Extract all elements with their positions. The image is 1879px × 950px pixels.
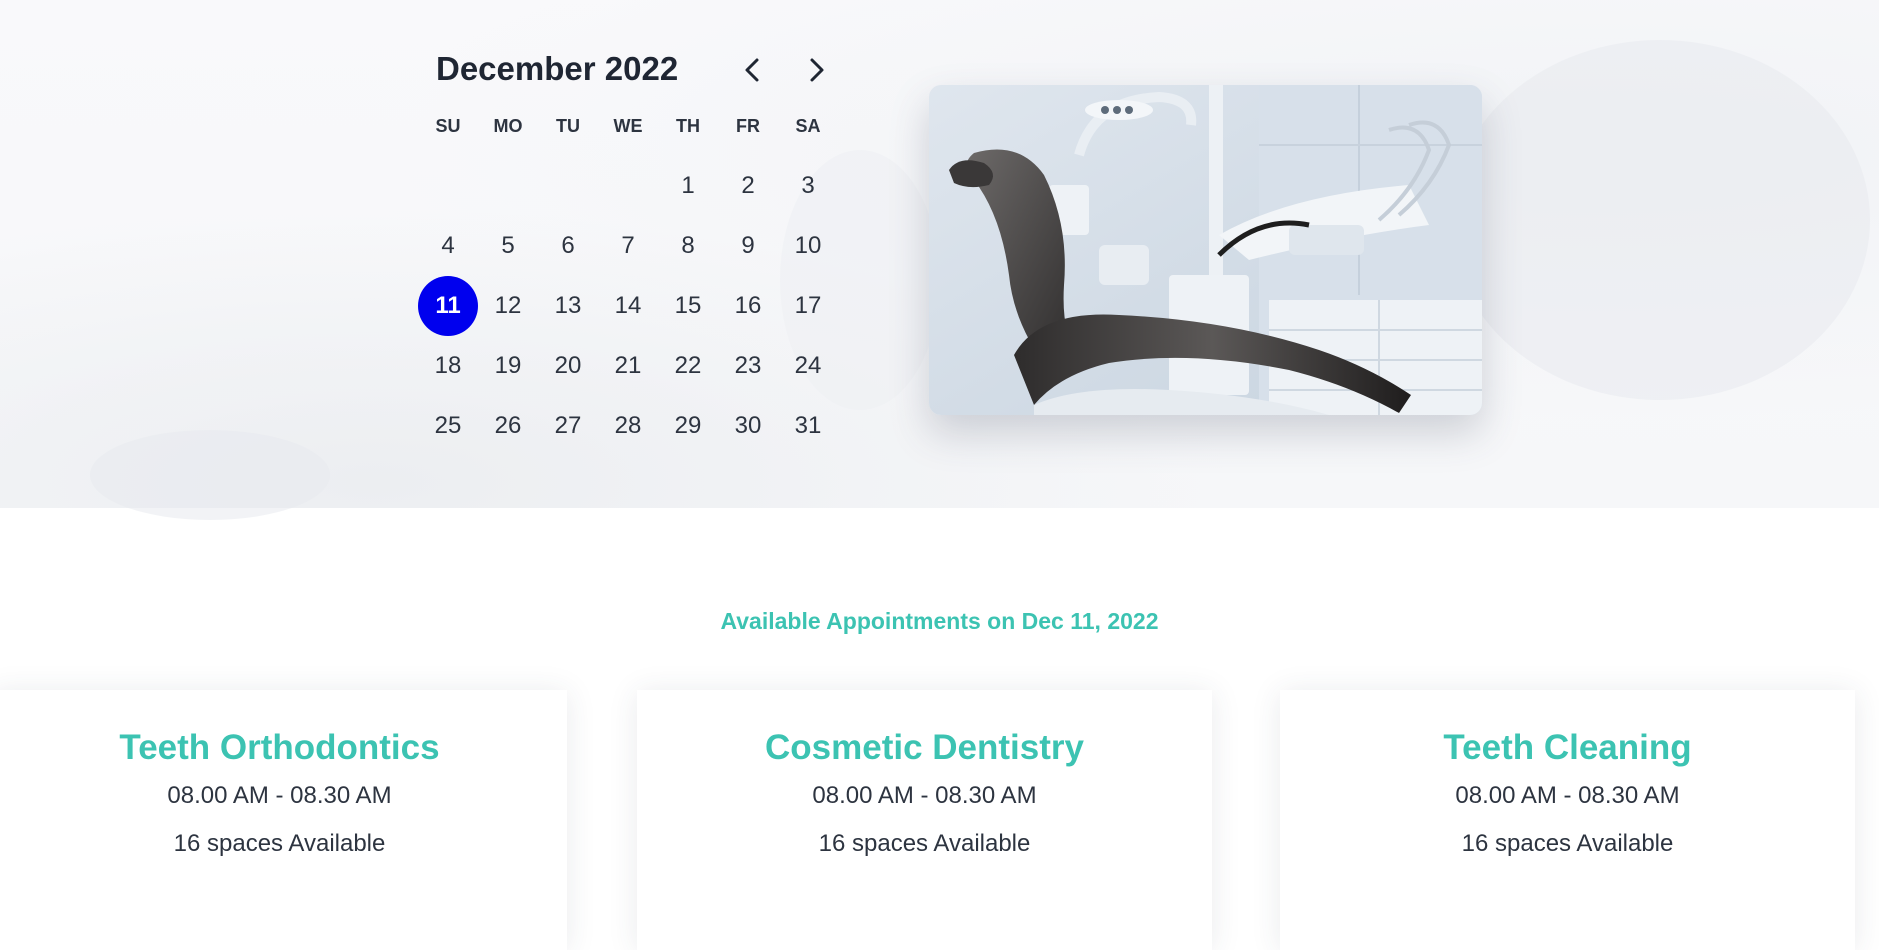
chevron-left-icon — [745, 58, 759, 82]
weekday-label: WE — [613, 116, 643, 136]
weekday-label: MO — [493, 116, 523, 136]
appointment-card: Cosmetic Dentistry 08.00 AM - 08.30 AM 1… — [637, 690, 1212, 950]
calendar-day[interactable]: 5 — [478, 216, 538, 276]
calendar-day[interactable]: 9 — [718, 216, 778, 276]
calendar-day[interactable]: 8 — [658, 216, 718, 276]
available-appointments-title: Available Appointments on Dec 11, 2022 — [720, 608, 1159, 634]
weekday-label: FR — [736, 116, 760, 136]
calendar-day[interactable]: 31 — [778, 396, 838, 456]
calendar-day[interactable]: 21 — [598, 336, 658, 396]
calendar-day[interactable]: 20 — [538, 336, 598, 396]
calendar-day[interactable]: 13 — [538, 276, 598, 336]
calendar-day[interactable]: 14 — [598, 276, 658, 336]
time-slot: 08.00 AM - 08.30 AM — [1455, 782, 1680, 809]
calendar-day[interactable]: 28 — [598, 396, 658, 456]
calendar-week-row: 4 5 6 7 8 9 10 — [418, 216, 838, 276]
appointment-card: Teeth Cleaning 08.00 AM - 08.30 AM 16 sp… — [1280, 690, 1855, 950]
calendar-week-row: 25 26 27 28 29 30 31 — [418, 396, 838, 456]
background-blur-shape — [90, 430, 330, 520]
calendar-empty-cell — [478, 156, 538, 216]
calendar-days-grid: 1 2 3 4 5 6 7 8 9 10 11 12 13 14 15 16 17 18 19 20 21 22 23 24 2… — [418, 156, 838, 456]
calendar-header: December 2022 — [418, 40, 838, 104]
calendar-day[interactable]: 27 — [538, 396, 598, 456]
calendar-day[interactable]: 29 — [658, 396, 718, 456]
service-title: Teeth Orthodontics — [119, 728, 440, 767]
calendar-week-row: 123 — [418, 156, 838, 216]
calendar-day[interactable]: 30 — [718, 396, 778, 456]
previous-month-button[interactable] — [733, 50, 773, 90]
calendar-day[interactable]: 22 — [658, 336, 718, 396]
weekday-label: TU — [556, 116, 580, 136]
spaces-available: 16 spaces Available — [173, 830, 386, 857]
calendar-day[interactable]: 12 — [478, 276, 538, 336]
calendar-day[interactable]: 24 — [778, 336, 838, 396]
calendar-week-row: 11 12 13 14 15 16 17 — [418, 276, 838, 336]
weekday-label: SA — [795, 116, 821, 136]
calendar-day[interactable]: 18 — [418, 336, 478, 396]
service-title: Teeth Cleaning — [1443, 728, 1692, 767]
spaces-available: 16 spaces Available — [1461, 830, 1674, 857]
next-month-button[interactable] — [796, 50, 836, 90]
background-blur-shape — [1450, 40, 1870, 400]
date-picker-calendar: December 2022 SU MO TU WE TH FR SA 12345… — [418, 40, 838, 456]
calendar-day[interactable]: 2 — [718, 156, 778, 216]
dental-clinic-image — [929, 85, 1482, 415]
chevron-right-icon — [810, 58, 824, 82]
calendar-day[interactable]: 4 — [418, 216, 478, 276]
calendar-day[interactable]: 16 — [718, 276, 778, 336]
weekday-label: SU — [435, 116, 461, 136]
appointment-card: Teeth Orthodontics 08.00 AM - 08.30 AM 1… — [0, 690, 567, 950]
calendar-day[interactable]: 7 — [598, 216, 658, 276]
spaces-available: 16 spaces Available — [818, 830, 1031, 857]
calendar-day[interactable]: 17 — [778, 276, 838, 336]
calendar-day[interactable]: 15 — [658, 276, 718, 336]
calendar-day[interactable]: 26 — [478, 396, 538, 456]
service-title: Cosmetic Dentistry — [765, 728, 1084, 767]
month-title: December 2022 — [436, 50, 679, 87]
calendar-week-row: 18 19 20 21 22 23 24 — [418, 336, 838, 396]
calendar-day[interactable]: 10 — [778, 216, 838, 276]
calendar-day[interactable]: 23 — [718, 336, 778, 396]
weekday-label: TH — [676, 116, 700, 136]
calendar-day-selected[interactable]: 11 — [418, 276, 478, 336]
calendar-day[interactable]: 1 — [658, 156, 718, 216]
calendar-empty-cell — [598, 156, 658, 216]
dental-chair-photo — [929, 85, 1482, 415]
weekday-header-row: SU MO TU WE TH FR SA — [418, 106, 838, 146]
time-slot: 08.00 AM - 08.30 AM — [812, 782, 1037, 809]
calendar-day[interactable]: 19 — [478, 336, 538, 396]
calendar-day[interactable]: 25 — [418, 396, 478, 456]
calendar-day[interactable]: 6 — [538, 216, 598, 276]
calendar-empty-cell — [418, 156, 478, 216]
calendar-empty-cell — [538, 156, 598, 216]
time-slot: 08.00 AM - 08.30 AM — [167, 782, 392, 809]
calendar-day[interactable]: 3 — [778, 156, 838, 216]
